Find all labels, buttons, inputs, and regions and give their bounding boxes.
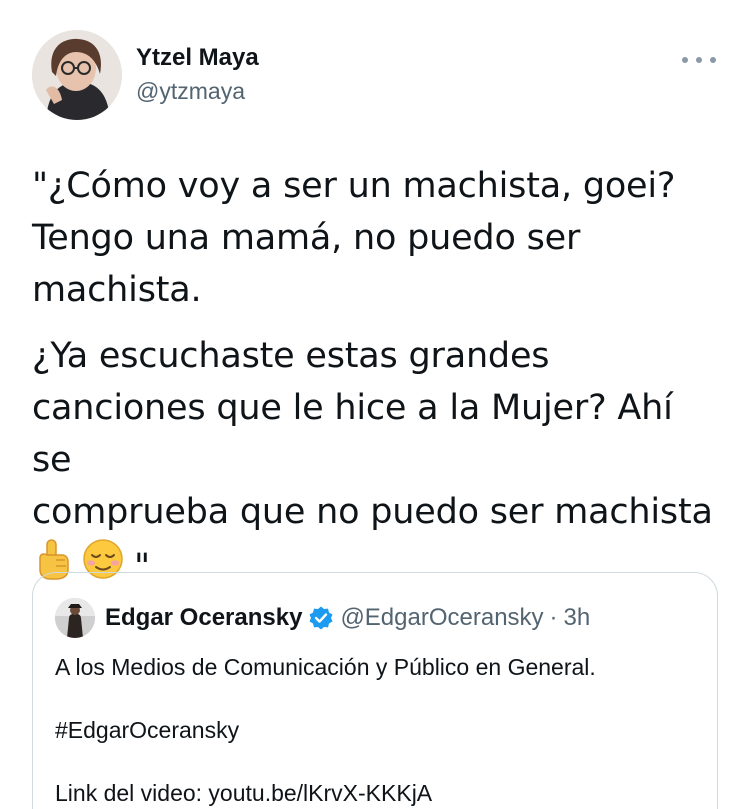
quoted-author-avatar[interactable]	[55, 598, 95, 638]
quoted-tweet-card[interactable]: Edgar Oceransky @EdgarOceransky · 3h A l…	[32, 572, 718, 809]
author-handle[interactable]: @ytzmaya	[136, 76, 259, 106]
verified-badge-icon	[308, 605, 334, 631]
author-avatar[interactable]	[32, 30, 122, 120]
quoted-timestamp[interactable]: 3h	[564, 604, 591, 632]
tweet-paragraph-2: ¿Ya escuchaste estas grandes canciones q…	[32, 336, 713, 532]
quoted-separator: ·	[549, 604, 558, 631]
quoted-hashtag[interactable]: #EdgarOceransky	[55, 714, 695, 747]
quoted-video-link[interactable]: Link del video: youtu.be/lKrvX-KKKjA	[55, 777, 695, 809]
author-names: Ytzel Maya @ytzmaya	[136, 42, 259, 106]
quoted-tweet-text: A los Medios de Comunicación y Público e…	[55, 651, 695, 809]
more-options-icon[interactable]	[682, 52, 716, 68]
quoted-author-display-name[interactable]: Edgar Oceransky	[105, 604, 302, 632]
quoted-line-1: A los Medios de Comunicación y Público e…	[55, 654, 596, 680]
tweet-text: "¿Cómo voy a ser un machista, goei? Teng…	[32, 160, 722, 595]
tweet-header: Ytzel Maya @ytzmaya	[32, 30, 718, 122]
quoted-tweet-header: Edgar Oceransky @EdgarOceransky · 3h	[55, 597, 590, 639]
quoted-author-handle[interactable]: @EdgarOceransky	[340, 604, 543, 632]
tweet-paragraph-1: "¿Cómo voy a ser un machista, goei? Teng…	[32, 166, 676, 310]
author-display-name[interactable]: Ytzel Maya	[136, 42, 259, 74]
